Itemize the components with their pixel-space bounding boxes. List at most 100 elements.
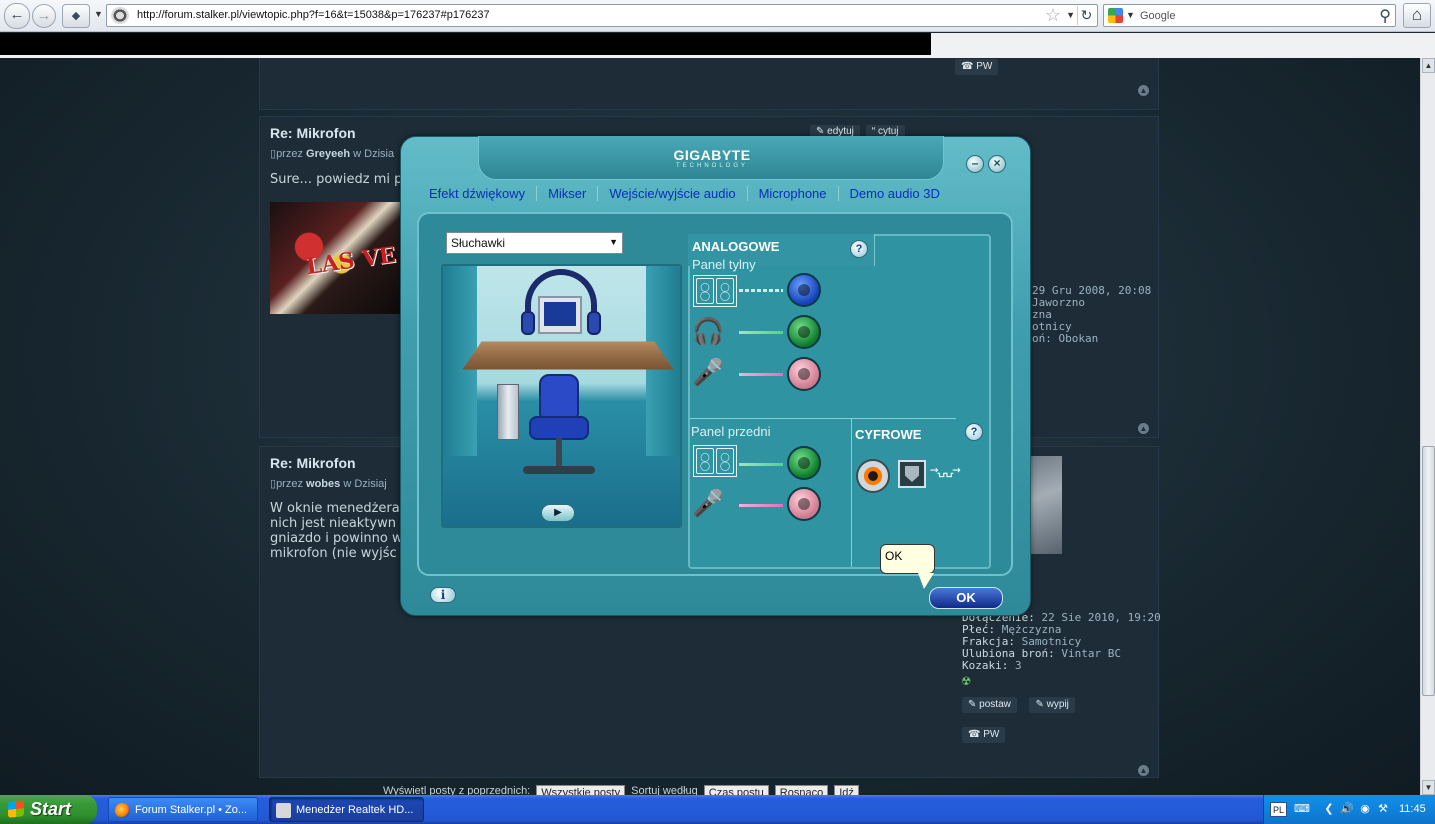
ok-button[interactable]: OK bbox=[929, 587, 1003, 609]
sidebar-actions: ✎ postaw ✎ wypij bbox=[962, 697, 1162, 713]
line-out-jack[interactable] bbox=[787, 315, 821, 349]
google-icon[interactable] bbox=[1108, 8, 1123, 23]
brand-subtitle: TECHNOLOGY bbox=[675, 163, 748, 169]
postaw-button[interactable]: ✎ postaw bbox=[962, 697, 1017, 713]
sort-by-select[interactable]: Czas postu bbox=[703, 785, 769, 795]
site-menu-button[interactable]: ◆ bbox=[62, 4, 90, 28]
ok-tooltip: OK bbox=[880, 544, 935, 574]
spdif-optical-port[interactable] bbox=[898, 460, 926, 488]
headphones-icon: 🎧 bbox=[692, 316, 725, 346]
author-link[interactable]: wobes bbox=[306, 478, 340, 490]
firefox-icon bbox=[115, 803, 130, 818]
dialog-header: GIGABYTE TECHNOLOGY bbox=[478, 136, 944, 180]
author-link[interactable]: Greyeeh bbox=[306, 148, 350, 160]
pw-button[interactable]: ☎ PW bbox=[962, 727, 1006, 743]
start-button[interactable]: Start bbox=[0, 795, 97, 824]
tab-3d-demo[interactable]: Demo audio 3D bbox=[839, 186, 951, 201]
redacted-bar bbox=[0, 33, 931, 55]
tab-audio-io[interactable]: Wejście/wyjście audio bbox=[598, 185, 748, 201]
system-tray: PL ⌨ ❮ 🔊 ◉ ⚒ 11:45 bbox=[1263, 795, 1435, 824]
back-to-top-icon[interactable]: ▲ bbox=[1138, 423, 1149, 434]
digital-title: CYFROWE bbox=[855, 427, 922, 442]
post-meta: ▯przez Greyeeh w Dzisia bbox=[270, 148, 395, 160]
speakers-icon bbox=[693, 275, 737, 307]
post-sidebar: 29 Gru 2008, 20:08 Jaworzno zna otnicy o… bbox=[1032, 285, 1232, 345]
cable-line bbox=[739, 504, 783, 507]
digital-settings-icon[interactable]: ? bbox=[965, 423, 983, 441]
output-device-select[interactable]: Słuchawki ▼ bbox=[446, 232, 623, 254]
post-title[interactable]: Re: Mikrofon bbox=[270, 125, 356, 141]
wypij-button[interactable]: ✎ wypij bbox=[1029, 697, 1075, 713]
play-button[interactable]: ▶ bbox=[541, 504, 575, 522]
minimize-button[interactable]: – bbox=[966, 155, 984, 173]
show-posts-select[interactable]: Wszystkie posty bbox=[536, 785, 626, 795]
language-indicator[interactable]: PL bbox=[1270, 802, 1287, 817]
site-favicon-icon bbox=[111, 7, 129, 24]
search-bar[interactable]: ▼ Google ⚲ bbox=[1103, 4, 1396, 27]
tab-mixer[interactable]: Mikser bbox=[537, 185, 599, 201]
play-icon: ▶ bbox=[554, 507, 562, 518]
chevron-left-icon[interactable]: ❮ bbox=[1322, 802, 1336, 816]
page-scrollbar[interactable]: ▲ ▼ bbox=[1420, 58, 1435, 795]
cable-line bbox=[739, 331, 783, 334]
antivirus-icon[interactable]: ◉ bbox=[1358, 802, 1372, 816]
close-button[interactable]: × bbox=[988, 155, 1006, 173]
speakers-icon bbox=[693, 445, 737, 477]
avatar bbox=[1030, 456, 1062, 554]
vegas-sign-text: LAS VE bbox=[304, 241, 398, 281]
front-mic-jack[interactable] bbox=[787, 487, 821, 521]
keyboard-icon[interactable]: ⌨ bbox=[1294, 802, 1310, 816]
arrow-right-icon: → bbox=[36, 7, 52, 24]
chair-graphic bbox=[539, 374, 579, 418]
home-button[interactable]: ⌂ bbox=[1403, 3, 1431, 28]
windows-logo-icon bbox=[8, 800, 24, 818]
dialog-tabs: Efekt dźwiękowy Mikser Wejście/wyjście a… bbox=[418, 180, 1012, 206]
radiation-icon: ☢ bbox=[962, 673, 971, 689]
magnifier-icon[interactable]: ⚲ bbox=[1379, 6, 1391, 26]
back-button[interactable]: ← bbox=[4, 3, 30, 29]
post-body: Sure... powiedz mi p bbox=[270, 172, 403, 187]
sort-controls: Wyświetl posty z poprzednich: Wszystkie … bbox=[383, 785, 859, 795]
post-title[interactable]: Re: Mikrofon bbox=[270, 455, 356, 471]
clock[interactable]: 11:45 bbox=[1399, 803, 1426, 815]
scroll-down-icon[interactable]: ▼ bbox=[1422, 780, 1435, 795]
reload-icon[interactable]: ↻ bbox=[1077, 6, 1095, 25]
sort-order-select[interactable]: Rosnąco bbox=[774, 785, 829, 795]
connector-settings-icon[interactable]: ? bbox=[850, 240, 868, 258]
volume-icon[interactable]: 🔊 bbox=[1340, 802, 1354, 816]
mic-in-jack[interactable] bbox=[787, 357, 821, 391]
tab-microphone[interactable]: Microphone bbox=[748, 185, 839, 201]
front-panel-label: Panel przedni bbox=[691, 424, 771, 439]
back-to-top-icon[interactable]: ▲ bbox=[1138, 765, 1149, 776]
front-headphone-jack[interactable] bbox=[787, 446, 821, 480]
post-panel-top: ☎ PW ▲ bbox=[259, 58, 1159, 110]
sidebar-line: oń: Obokan bbox=[1032, 332, 1099, 345]
search-input[interactable]: Google bbox=[1140, 10, 1175, 22]
chevron-down-icon[interactable]: ▼ bbox=[1066, 10, 1075, 20]
url-text[interactable]: http://forum.stalker.pl/viewtopic.php?f=… bbox=[137, 9, 490, 21]
audio-manager-dialog: GIGABYTE TECHNOLOGY – × Efekt dźwiękowy … bbox=[400, 136, 1031, 616]
info-button[interactable]: i bbox=[430, 587, 456, 603]
forward-button[interactable]: → bbox=[32, 4, 56, 28]
spdif-coax-jack[interactable] bbox=[856, 459, 890, 493]
taskbar-item-realtek[interactable]: Menedżer Realtek HD... bbox=[269, 797, 424, 822]
cable-line bbox=[739, 289, 783, 292]
microphone-icon: 🎤 bbox=[692, 357, 725, 387]
scroll-thumb[interactable] bbox=[1422, 446, 1435, 696]
url-bar[interactable]: http://forum.stalker.pl/viewtopic.php?f=… bbox=[106, 4, 1098, 27]
pw-button[interactable]: ☎ PW bbox=[955, 59, 999, 75]
go-button[interactable]: Idź bbox=[834, 785, 859, 795]
back-to-top-icon[interactable]: ▲ bbox=[1138, 85, 1149, 96]
tools-icon[interactable]: ⚒ bbox=[1376, 802, 1390, 816]
line-in-jack[interactable] bbox=[787, 273, 821, 307]
taskbar: Start Forum Stalker.pl • Zo... Menedżer … bbox=[0, 795, 1435, 824]
headphones-graphic bbox=[521, 269, 601, 335]
taskbar-item-firefox[interactable]: Forum Stalker.pl • Zo... bbox=[108, 797, 258, 822]
star-icon[interactable]: ☆ bbox=[1045, 5, 1061, 26]
scroll-up-icon[interactable]: ▲ bbox=[1422, 58, 1435, 73]
minus-icon: – bbox=[971, 156, 979, 170]
chevron-down-icon[interactable]: ▼ bbox=[1126, 10, 1135, 20]
desk-graphic bbox=[462, 341, 674, 370]
tab-sound-effects[interactable]: Efekt dźwiękowy bbox=[418, 185, 538, 201]
chevron-down-icon[interactable]: ▼ bbox=[94, 9, 103, 19]
